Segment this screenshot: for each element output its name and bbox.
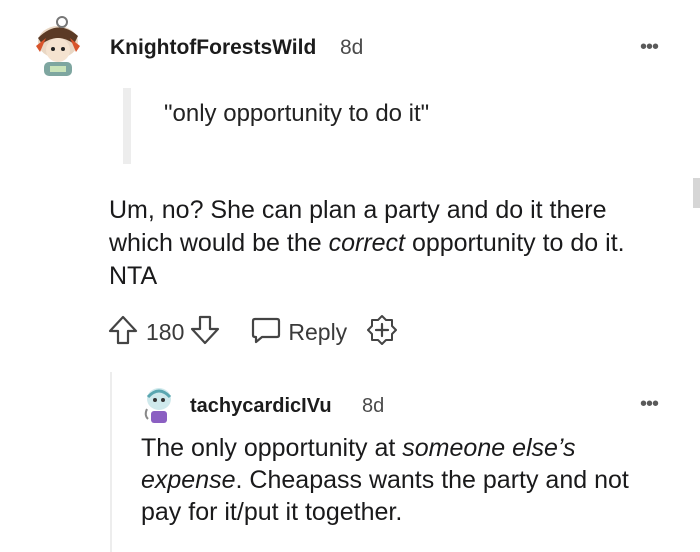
reply-more-options-icon[interactable]: ••• [640, 393, 659, 416]
more-options-icon[interactable]: ••• [640, 36, 659, 59]
comment-actions: 180 Reply [106, 314, 399, 350]
quote-bar [123, 88, 131, 164]
reply-label: Reply [288, 318, 348, 345]
reply-body-text: The only opportunity at [141, 434, 403, 462]
comment-age: 8d [340, 36, 364, 59]
comment-body-emphasis: correct [328, 229, 405, 257]
award-button[interactable] [365, 313, 399, 352]
plus-badge-icon [365, 313, 399, 352]
reply-button[interactable]: Reply [250, 314, 347, 351]
avatar[interactable] [28, 16, 88, 80]
thread-line[interactable] [110, 372, 112, 552]
reply-username[interactable]: tachycardicIVu [190, 395, 332, 418]
reply-body: The only opportunity at someone else’s e… [141, 432, 676, 528]
blockquote-text: "only opportunity to do it" [164, 100, 430, 127]
speech-bubble-icon [250, 314, 282, 351]
arrow-up-icon[interactable] [106, 313, 140, 352]
reply-avatar[interactable] [142, 385, 176, 427]
vote-count: 180 [146, 318, 185, 345]
comment-body: Um, no? She can plan a party and do it t… [109, 194, 669, 293]
scrollbar-thumb[interactable] [693, 178, 700, 208]
arrow-down-icon[interactable] [188, 313, 222, 352]
comment-username[interactable]: KnightofForestsWild [110, 36, 316, 60]
reply-age: 8d [362, 395, 385, 417]
